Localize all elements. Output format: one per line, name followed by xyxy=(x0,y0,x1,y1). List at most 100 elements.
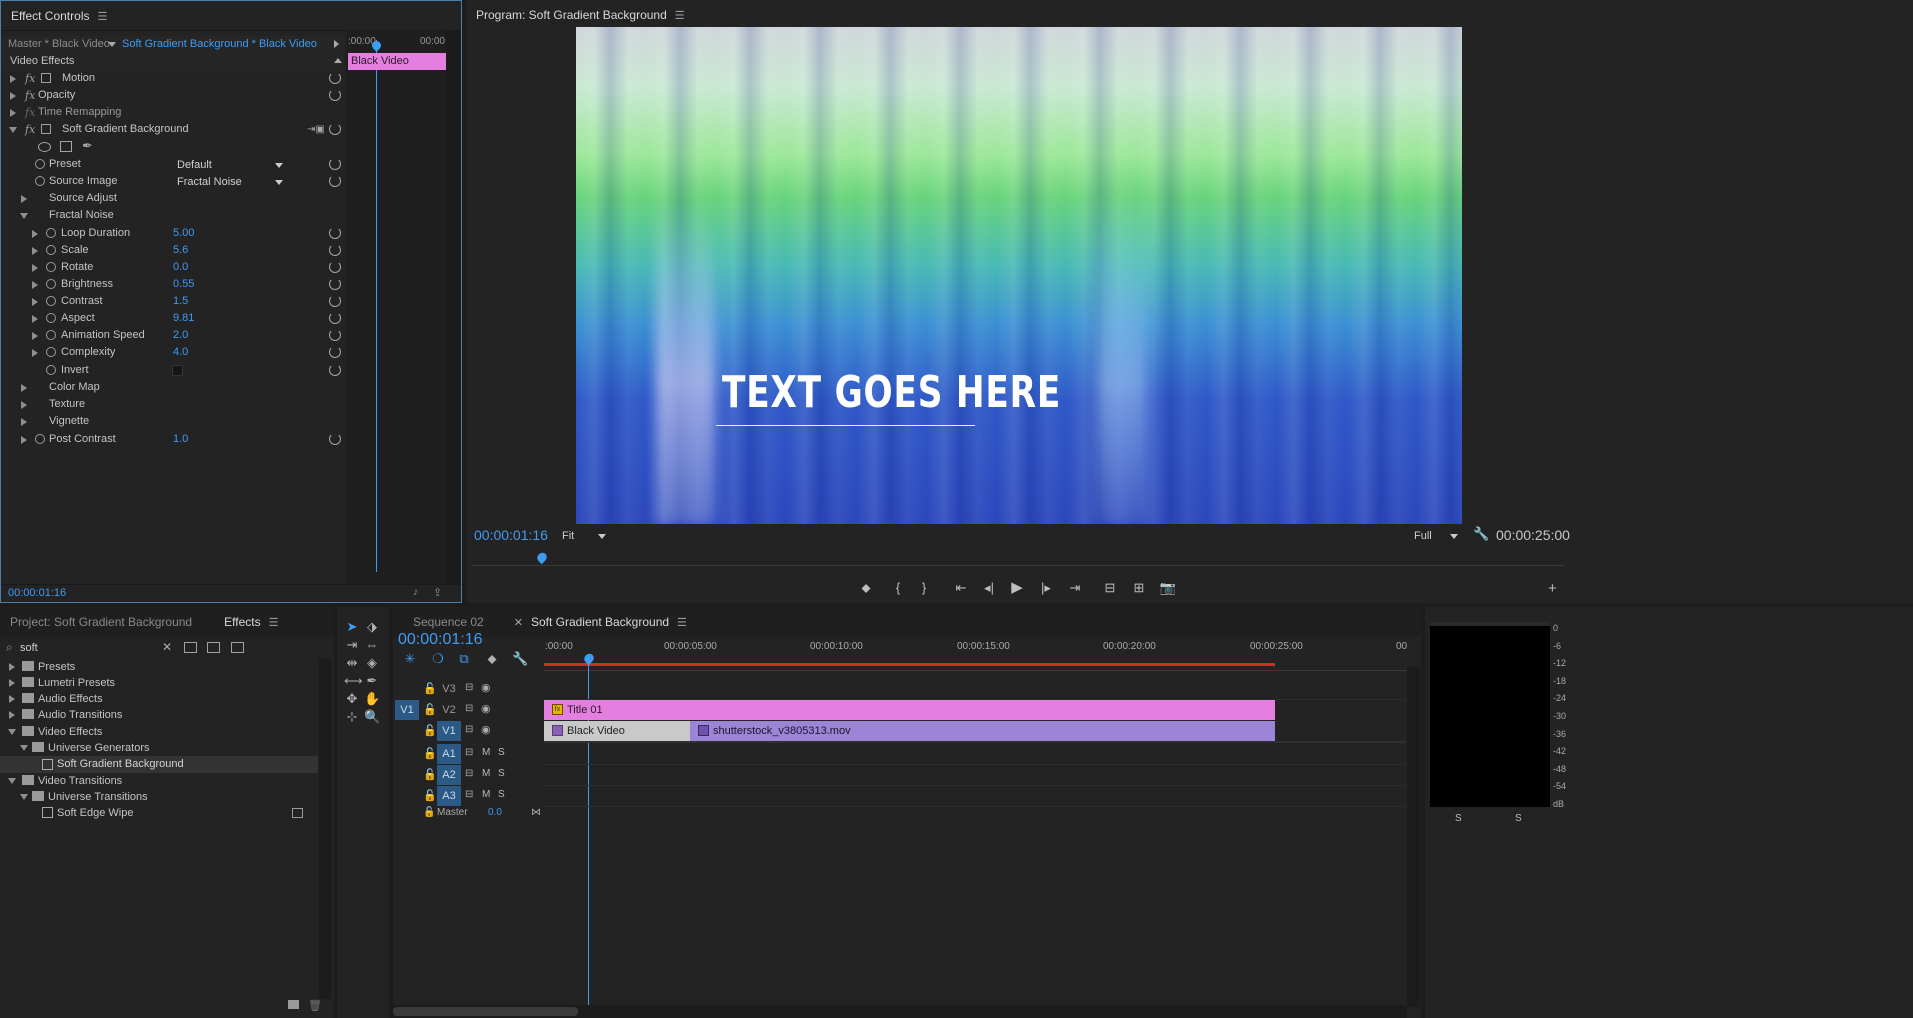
clear-search-icon[interactable]: ✕ xyxy=(162,640,172,654)
pen-mask-icon[interactable]: ✒ xyxy=(82,138,93,154)
panel-menu-icon[interactable]: ☰ xyxy=(677,608,687,638)
black-video-clip-bar[interactable]: Black Video xyxy=(348,53,446,70)
timeline-settings-wrench-icon[interactable]: 🔧 xyxy=(512,651,528,667)
accelerated-effects-icon[interactable] xyxy=(184,642,197,653)
expand-triangle-icon[interactable] xyxy=(10,92,16,100)
timeline-hscroll-thumb[interactable] xyxy=(393,1007,578,1016)
pen-tool-icon[interactable]: ✒ xyxy=(364,673,380,689)
sync-lock-icon[interactable]: ⊟ xyxy=(465,789,473,800)
tab-project[interactable]: Project: Soft Gradient Background xyxy=(0,607,202,637)
stopwatch-icon[interactable] xyxy=(46,279,56,289)
close-tab-icon[interactable]: ✕ xyxy=(514,616,523,629)
track-target-v3[interactable]: V3 xyxy=(437,679,461,699)
expand-triangle-icon[interactable] xyxy=(32,230,38,238)
lock-icon[interactable]: 🔓 xyxy=(423,768,437,781)
add-button-icon[interactable]: + xyxy=(1548,580,1557,597)
yuv-effects-icon[interactable] xyxy=(231,642,244,653)
stopwatch-icon[interactable] xyxy=(46,347,56,357)
collapse-triangle-icon[interactable] xyxy=(20,213,28,219)
reset-icon[interactable] xyxy=(329,261,341,273)
reset-icon[interactable] xyxy=(329,175,341,187)
stopwatch-icon[interactable] xyxy=(35,159,45,169)
meter-solo-left[interactable]: S xyxy=(1455,813,1462,824)
track-forward-tool-icon[interactable]: ⊹ xyxy=(344,709,360,725)
tree-item-lumetri-presets[interactable]: Lumetri Presets xyxy=(0,675,318,691)
audio-clip-icon[interactable]: ♪ xyxy=(413,586,419,598)
expand-triangle-icon[interactable] xyxy=(9,711,15,719)
expand-triangle-icon[interactable] xyxy=(21,401,27,409)
linked-selection-icon[interactable]: ❍ xyxy=(430,651,446,667)
solo-button[interactable]: S xyxy=(498,789,505,800)
lock-icon[interactable]: 🔓 xyxy=(423,682,437,695)
tree-item-video-transitions[interactable]: Video Transitions xyxy=(0,773,318,789)
ec-scrollbar[interactable] xyxy=(446,31,461,601)
master-label[interactable]: Master * Black Video xyxy=(8,36,110,53)
clip-title-01[interactable]: fx Title 01 xyxy=(544,700,1275,720)
new-bin-icon[interactable] xyxy=(288,1000,299,1009)
reset-icon[interactable] xyxy=(329,329,341,341)
effects-search-input[interactable] xyxy=(20,639,170,657)
expand-triangle-icon[interactable] xyxy=(32,281,38,289)
expand-triangle-icon[interactable] xyxy=(9,679,15,687)
footer-timecode[interactable]: 00:00:01:16 xyxy=(8,587,66,599)
panel-menu-icon[interactable]: ☰ xyxy=(269,608,279,638)
stopwatch-icon[interactable] xyxy=(46,330,56,340)
expand-triangle-icon[interactable] xyxy=(32,315,38,323)
tree-item-presets[interactable]: Presets xyxy=(0,659,318,675)
mini-playhead[interactable] xyxy=(376,40,377,572)
reset-icon[interactable] xyxy=(329,244,341,256)
add-marker-icon[interactable]: ⬥ xyxy=(856,578,876,598)
master-go-to-end-icon[interactable]: ⋈ xyxy=(531,807,541,818)
lock-icon[interactable]: 🔓 xyxy=(423,703,437,716)
ellipse-mask-icon[interactable] xyxy=(38,142,51,152)
add-marker-icon[interactable]: ⬥ xyxy=(484,651,500,667)
mute-button[interactable]: M xyxy=(482,747,490,758)
go-to-in-icon[interactable]: ⇤ xyxy=(951,578,971,598)
sync-lock-icon[interactable]: ⊟ xyxy=(465,682,473,693)
solo-button[interactable]: S xyxy=(498,747,505,758)
wrench-icon[interactable]: 🔧 xyxy=(1473,526,1489,542)
lock-icon[interactable]: 🔓 xyxy=(423,789,437,802)
track-target-a1[interactable]: A1 xyxy=(437,744,461,764)
expand-triangle-icon[interactable] xyxy=(32,264,38,272)
selection-tool-icon[interactable]: ➤ xyxy=(344,619,360,635)
collapse-triangle-icon[interactable] xyxy=(20,745,28,751)
trash-icon[interactable]: 🗑 xyxy=(308,999,322,1012)
tree-item-soft-edge-wipe[interactable]: Soft Edge Wipe xyxy=(0,805,318,821)
go-to-out-icon[interactable]: ⇥ xyxy=(1065,578,1085,598)
tree-item-video-effects[interactable]: Video Effects xyxy=(0,724,318,740)
expand-triangle-icon[interactable] xyxy=(9,663,15,671)
nest-icon[interactable]: ⧉ xyxy=(456,651,472,667)
title-overlay-text[interactable]: TEXT GOES HERE xyxy=(722,367,1061,418)
eye-icon[interactable]: ◉ xyxy=(481,681,491,694)
reset-icon[interactable] xyxy=(329,433,341,445)
step-back-icon[interactable]: ◂| xyxy=(979,578,999,598)
fit-dropdown[interactable]: Fit xyxy=(562,527,606,545)
expand-triangle-icon[interactable] xyxy=(21,436,27,444)
sync-lock-icon[interactable]: ⊟ xyxy=(465,747,473,758)
collapse-triangle-icon[interactable] xyxy=(8,729,16,735)
rate-stretch-tool-icon[interactable]: ⇹ xyxy=(344,655,360,671)
timeline-hscroll[interactable] xyxy=(393,1005,1407,1018)
lock-icon[interactable]: 🔓 xyxy=(423,724,437,737)
timeline-vscroll[interactable] xyxy=(1407,667,1420,1007)
program-playhead[interactable] xyxy=(535,550,549,565)
stopwatch-icon[interactable] xyxy=(46,296,56,306)
expand-triangle-icon[interactable] xyxy=(21,195,27,203)
mark-in-icon[interactable]: { xyxy=(888,578,908,598)
invert-checkbox[interactable] xyxy=(172,365,183,376)
32bit-effects-icon[interactable] xyxy=(207,642,220,653)
quality-dropdown[interactable]: Full xyxy=(1414,527,1458,545)
expand-right-icon[interactable] xyxy=(334,40,339,48)
extract-icon[interactable]: ⊞ xyxy=(1129,578,1149,598)
keyframe-nav-icon[interactable]: ⇥▣ xyxy=(307,119,325,140)
rectangle-mask-icon[interactable] xyxy=(60,141,72,152)
reset-icon[interactable] xyxy=(329,364,341,376)
clip-label[interactable]: Soft Gradient Background * Black Video xyxy=(122,36,317,53)
stopwatch-icon[interactable] xyxy=(35,434,45,444)
eye-icon[interactable]: ◉ xyxy=(481,702,491,715)
reset-icon[interactable] xyxy=(329,123,341,135)
mute-button[interactable]: M xyxy=(482,768,490,779)
reset-icon[interactable] xyxy=(329,278,341,290)
timeline-timecode[interactable]: 00:00:01:16 xyxy=(398,631,483,649)
